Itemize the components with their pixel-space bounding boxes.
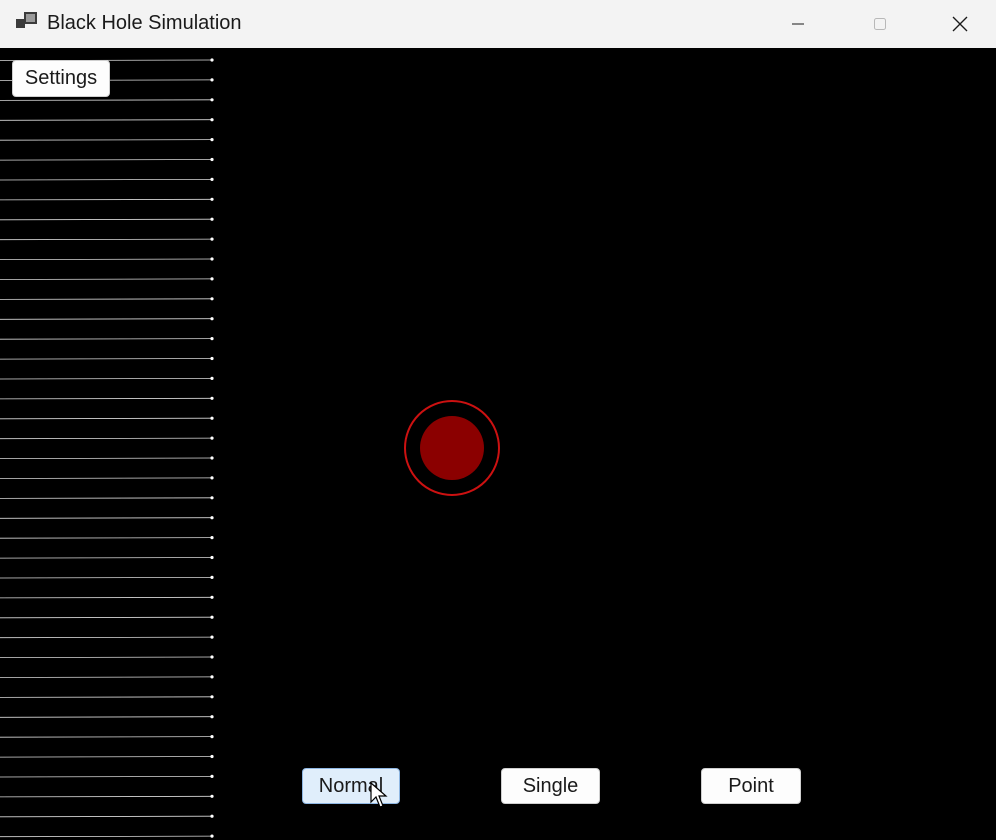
- light-ray-head: [210, 376, 214, 380]
- light-ray-head: [210, 496, 214, 500]
- light-ray-head: [210, 516, 214, 520]
- light-ray-head: [210, 695, 214, 699]
- light-ray: [0, 298, 213, 300]
- light-ray-head: [210, 655, 214, 659]
- light-ray-head: [210, 157, 214, 162]
- light-ray-head: [210, 615, 214, 619]
- light-ray-head: [210, 635, 214, 639]
- light-ray-head: [210, 138, 214, 142]
- minimize-icon: [792, 23, 804, 25]
- light-ray-head: [210, 595, 214, 599]
- title-bar[interactable]: Black Hole Simulation: [0, 0, 996, 48]
- light-ray-head: [210, 814, 214, 818]
- light-ray-head: [210, 217, 214, 221]
- light-ray: [0, 318, 213, 320]
- light-ray-head: [210, 416, 214, 420]
- app-window-icon: [16, 12, 38, 32]
- maximize-icon: [874, 18, 886, 30]
- light-ray-head: [210, 277, 214, 281]
- light-ray: [0, 377, 213, 380]
- light-ray: [0, 119, 213, 121]
- light-ray-head: [210, 735, 214, 739]
- light-ray-head: [210, 356, 214, 361]
- light-ray-head: [210, 396, 214, 400]
- window-title: Black Hole Simulation: [47, 12, 242, 34]
- light-ray-head: [210, 257, 214, 261]
- light-ray: [0, 835, 213, 838]
- light-ray: [0, 99, 213, 101]
- light-ray: [0, 238, 213, 241]
- light-ray-head: [210, 237, 214, 241]
- light-ray-head: [210, 555, 214, 560]
- light-ray: [0, 338, 213, 340]
- close-button[interactable]: [922, 0, 996, 48]
- light-ray: [0, 397, 213, 400]
- light-ray: [0, 417, 213, 420]
- light-ray-head: [210, 754, 214, 759]
- light-ray-head: [210, 675, 214, 679]
- light-ray: [0, 596, 213, 599]
- app-window: Black Hole Simulation Settings Normal Si: [0, 0, 996, 840]
- light-ray-head: [210, 774, 214, 779]
- light-ray-head: [210, 536, 214, 540]
- light-ray-head: [210, 58, 214, 62]
- single-mode-button[interactable]: Single: [501, 768, 600, 804]
- light-ray: [0, 776, 213, 778]
- light-ray-head: [210, 78, 214, 82]
- light-ray-head: [210, 118, 214, 122]
- event-horizon: [420, 416, 484, 480]
- light-ray-head: [210, 456, 214, 460]
- light-ray: [0, 437, 213, 440]
- minimize-button[interactable]: [760, 0, 836, 48]
- maximize-button[interactable]: [842, 0, 918, 48]
- light-ray-head: [210, 715, 214, 719]
- light-ray: [0, 815, 213, 818]
- light-ray-head: [210, 177, 214, 181]
- close-icon: [952, 16, 968, 32]
- light-ray: [0, 696, 213, 698]
- light-ray: [0, 537, 213, 539]
- light-ray-head: [210, 317, 214, 321]
- light-ray: [0, 736, 213, 738]
- light-ray: [0, 159, 213, 161]
- light-ray-head: [210, 197, 214, 201]
- light-ray: [0, 676, 213, 678]
- light-ray: [0, 517, 213, 519]
- light-ray-head: [210, 575, 214, 580]
- light-ray-head: [210, 476, 214, 480]
- light-ray: [0, 178, 213, 181]
- light-ray: [0, 497, 213, 499]
- light-ray-head: [210, 337, 214, 341]
- light-ray: [0, 218, 213, 221]
- light-ray: [0, 198, 213, 201]
- light-ray: [0, 616, 213, 619]
- light-ray: [0, 716, 213, 718]
- light-ray: [0, 656, 213, 658]
- black-hole: [404, 400, 500, 496]
- light-ray: [0, 795, 213, 798]
- light-ray: [0, 358, 213, 360]
- light-ray: [0, 756, 213, 758]
- light-ray-head: [210, 436, 214, 440]
- light-ray: [0, 258, 213, 261]
- light-ray-head: [210, 794, 214, 798]
- settings-button[interactable]: Settings: [12, 60, 110, 97]
- simulation-canvas[interactable]: Settings Normal Single Point: [0, 48, 996, 840]
- light-ray: [0, 577, 213, 579]
- light-ray-head: [210, 834, 214, 838]
- light-ray: [0, 636, 213, 639]
- light-ray-head: [210, 98, 214, 102]
- light-ray-head: [210, 297, 214, 301]
- light-ray: [0, 477, 213, 479]
- point-mode-button[interactable]: Point: [701, 768, 801, 804]
- light-ray: [0, 457, 213, 460]
- mouse-cursor-icon: [370, 782, 388, 808]
- light-ray: [0, 139, 213, 141]
- light-ray: [0, 278, 213, 280]
- light-ray: [0, 557, 213, 559]
